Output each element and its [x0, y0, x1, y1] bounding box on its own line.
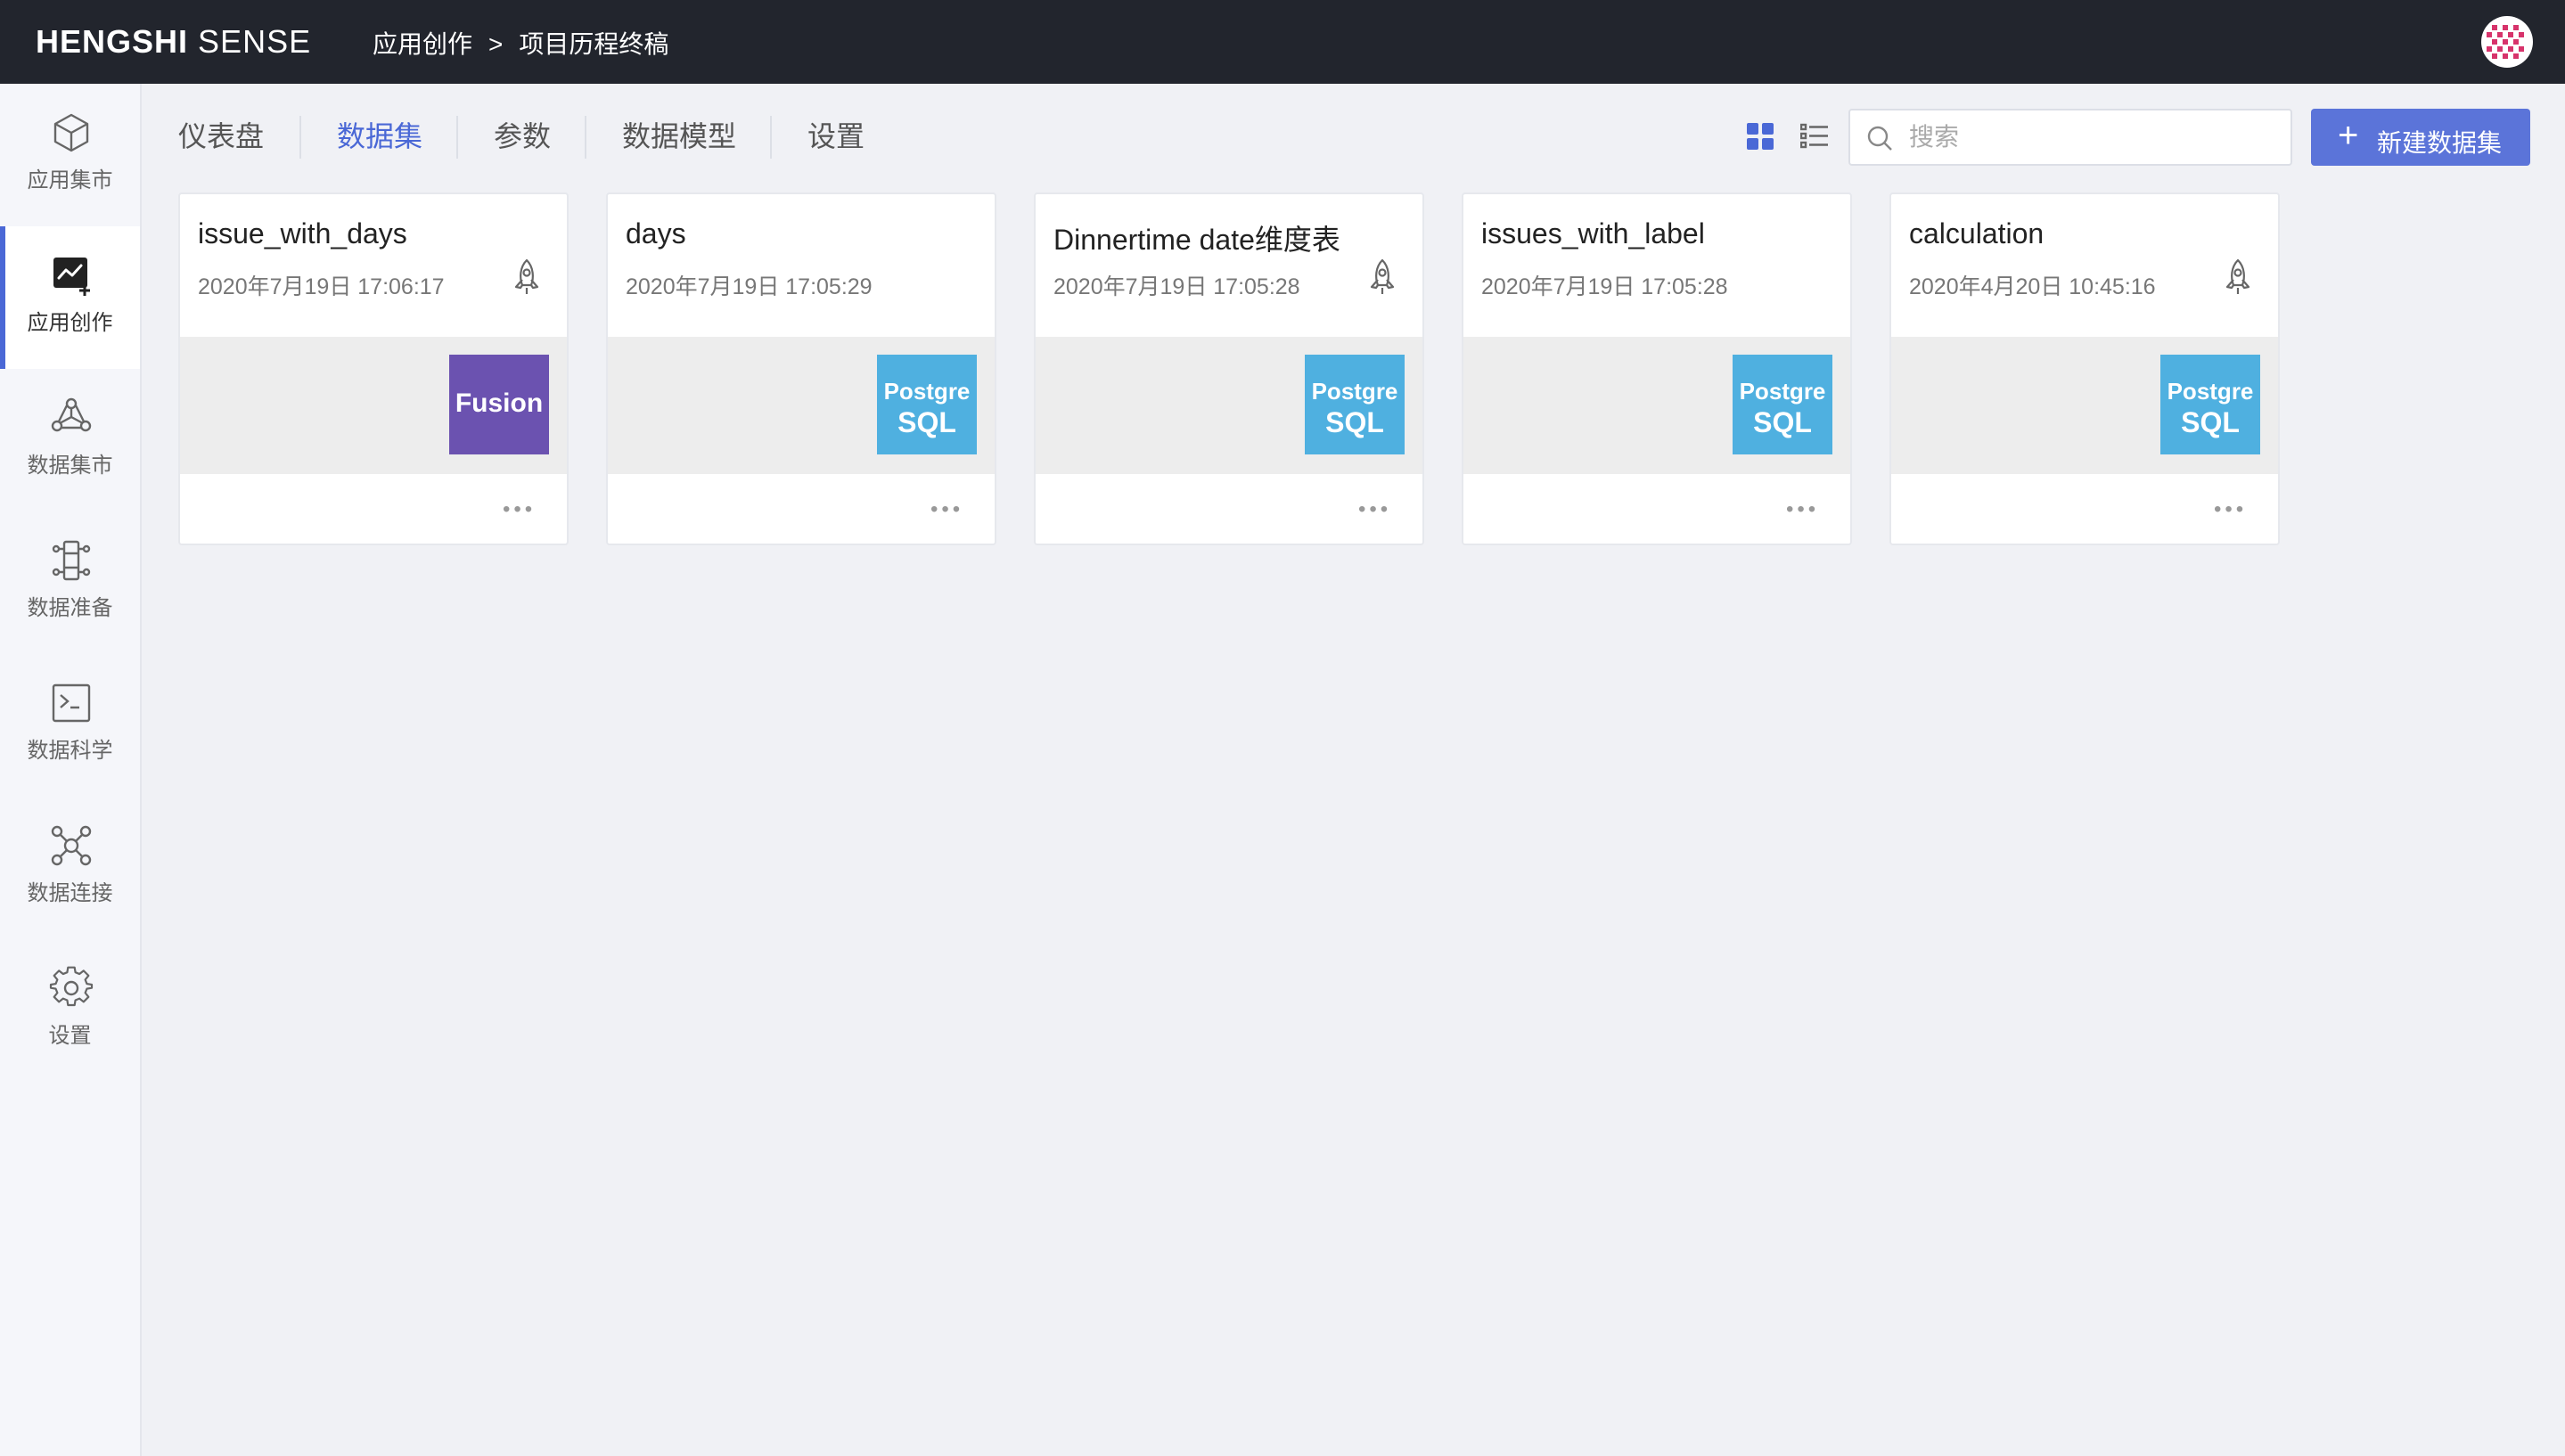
dataset-date: 2020年7月19日 17:05:28 [1053, 274, 1300, 299]
tab-dataset[interactable]: 数据集 [337, 114, 422, 155]
gear-icon [49, 966, 94, 1007]
sidebar-item-data-prep[interactable]: 数据准备 [0, 511, 140, 654]
dataset-date: 2020年7月19日 17:06:17 [198, 274, 445, 299]
avatar-pattern-icon [2487, 25, 2524, 59]
dataset-name: issues_with_label [1481, 217, 1705, 249]
sidebar-item-label: 数据科学 [27, 739, 113, 763]
more-icon[interactable]: ••• [1358, 497, 1391, 522]
sidebar-item-label: 应用集市 [27, 168, 113, 192]
source-logo-text: Postgre [2167, 378, 2254, 405]
source-logo-text: Postgre [1311, 378, 1398, 405]
new-dataset-button[interactable]: + 新建数据集 [2311, 109, 2530, 166]
tab-data-model[interactable]: 数据模型 [622, 114, 736, 155]
sidebar-item-label: 设置 [48, 1024, 92, 1048]
cube-icon [53, 113, 89, 152]
connection-icon [51, 825, 92, 866]
more-icon[interactable]: ••• [930, 497, 963, 522]
source-logo-text: SQL [897, 406, 956, 438]
card-source-area: Fusion [180, 337, 567, 474]
sidebar-item-label: 数据连接 [27, 881, 113, 905]
source-logo-text: Postgre [1739, 378, 1826, 405]
more-icon[interactable]: ••• [503, 497, 536, 522]
tab-divider [299, 116, 301, 159]
postgresql-logo: Postgre SQL [1305, 355, 1405, 454]
breadcrumb-current-project: 项目历程终稿 [519, 30, 669, 58]
source-logo-text: SQL [1325, 406, 1384, 438]
sidebar-item-data-science[interactable]: 数据科学 [0, 654, 140, 797]
app-logo[interactable]: HENGSHI SENSE [36, 23, 311, 61]
dataset-name: Dinnertime date维度表 [1053, 224, 1340, 256]
dataset-date: 2020年7月19日 17:05:28 [1481, 274, 1728, 299]
card-source-area: Postgre SQL [1891, 337, 2278, 474]
sidebar-item-label: 应用创作 [27, 311, 113, 335]
tab-divider [770, 116, 772, 159]
source-logo-text: Fusion [455, 389, 544, 418]
avatar[interactable] [2481, 16, 2533, 68]
breadcrumb: 应用创作 > 项目历程终稿 [373, 25, 668, 61]
breadcrumb-separator: > [488, 30, 504, 58]
dataset-date: 2020年7月19日 17:05:29 [626, 274, 873, 299]
card-source-area: Postgre SQL [1036, 337, 1422, 474]
tab-divider [585, 116, 586, 159]
pipeline-icon [52, 540, 91, 581]
postgresql-logo: Postgre SQL [2160, 355, 2260, 454]
logo-light: SENSE [198, 23, 312, 60]
sidebar-item-label: 数据准备 [27, 596, 113, 620]
rocket-icon[interactable] [2223, 258, 2253, 296]
sidebar-item-settings[interactable]: 设置 [0, 939, 140, 1082]
postgresql-logo: Postgre SQL [1733, 355, 1832, 454]
plus-icon: + [2338, 116, 2359, 155]
new-dataset-label: 新建数据集 [2377, 129, 2503, 157]
source-logo-text: SQL [2181, 406, 2240, 438]
more-icon[interactable]: ••• [1786, 497, 1819, 522]
dataset-card[interactable]: calculation 2020年4月20日 10:45:16 Postgre … [1889, 192, 2280, 545]
dataset-card[interactable]: issues_with_label 2020年7月19日 17:05:28 Po… [1462, 192, 1852, 545]
tab-divider [456, 116, 458, 159]
sidebar: 应用集市 应用创作 数据集市 数据准备 数据科学 数据连接 设置 [0, 84, 142, 1456]
sidebar-item-app-create[interactable]: 应用创作 [0, 226, 140, 369]
chart-edit-icon [53, 258, 90, 296]
top-bar: HENGSHI SENSE 应用创作 > 项目历程终稿 [0, 0, 2565, 84]
dataset-date: 2020年4月20日 10:45:16 [1909, 274, 2156, 299]
tab-params[interactable]: 参数 [494, 114, 551, 155]
dataset-card[interactable]: days 2020年7月19日 17:05:29 Postgre SQL ••• [606, 192, 996, 545]
tab-settings[interactable]: 设置 [807, 114, 865, 155]
dataset-name: calculation [1909, 217, 2045, 249]
sidebar-item-app-market[interactable]: 应用集市 [0, 84, 140, 226]
sidebar-item-data-market[interactable]: 数据集市 [0, 369, 140, 511]
dataset-card[interactable]: issue_with_days 2020年7月19日 17:06:17 Fusi… [178, 192, 569, 545]
search-input[interactable] [1909, 118, 2274, 157]
sidebar-item-label: 数据集市 [27, 454, 113, 478]
list-view-icon[interactable] [1800, 123, 1829, 150]
logo-bold: HENGSHI [36, 23, 189, 60]
search-box [1848, 109, 2292, 166]
terminal-icon [52, 683, 91, 723]
rocket-icon[interactable] [1367, 258, 1397, 296]
card-source-area: Postgre SQL [1463, 337, 1850, 474]
dataset-card[interactable]: Dinnertime date维度表 2020年7月19日 17:05:28 P… [1034, 192, 1424, 545]
network-icon [51, 397, 92, 432]
card-source-area: Postgre SQL [608, 337, 995, 474]
source-logo-text: Postgre [883, 378, 971, 405]
more-icon[interactable]: ••• [2214, 497, 2247, 522]
dataset-name: days [626, 217, 686, 249]
rocket-icon[interactable] [512, 258, 542, 296]
source-logo-text: SQL [1753, 406, 1812, 438]
search-icon [1867, 126, 1892, 151]
breadcrumb-app-create[interactable]: 应用创作 [373, 30, 472, 58]
sidebar-item-data-connect[interactable]: 数据连接 [0, 797, 140, 939]
postgresql-logo: Postgre SQL [877, 355, 977, 454]
dataset-name: issue_with_days [198, 217, 407, 249]
tab-dashboard[interactable]: 仪表盘 [178, 114, 264, 155]
grid-view-icon[interactable] [1747, 123, 1774, 150]
fusion-logo: Fusion [449, 355, 549, 454]
